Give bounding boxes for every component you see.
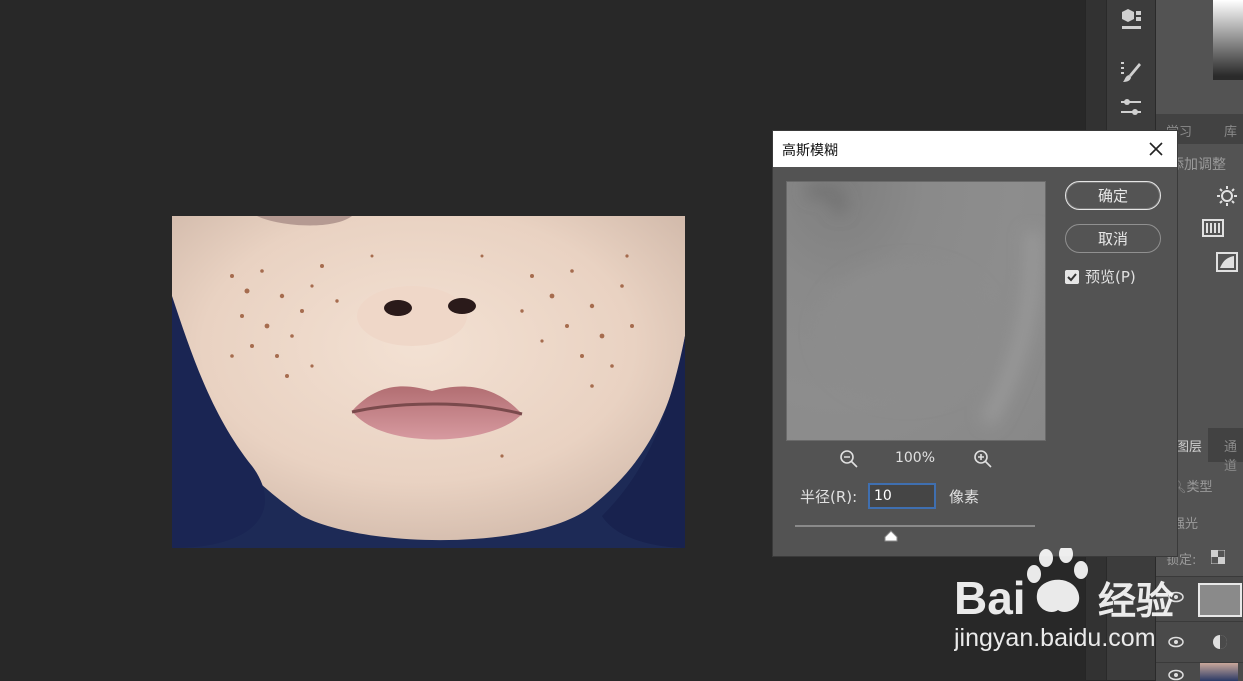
adjustments-title: 添加调整 — [1170, 157, 1226, 173]
radius-slider-thumb[interactable] — [884, 530, 898, 542]
watermark-url: jingyan.baidu.com — [954, 624, 1156, 652]
checkbox-checked-icon[interactable] — [1065, 270, 1079, 284]
face-photo-image — [172, 216, 685, 548]
radius-unit: 像素 — [949, 488, 980, 506]
tab-libraries[interactable]: 库 — [1224, 121, 1237, 140]
dialog-title: 高斯模糊 — [782, 143, 838, 159]
sliders-icon[interactable] — [1119, 96, 1143, 120]
cancel-button[interactable]: 取消 — [1065, 224, 1161, 253]
watermark-brand-a: Bai — [954, 572, 1026, 624]
brightness-icon[interactable] — [1216, 185, 1238, 207]
radius-slider-track[interactable] — [795, 525, 1035, 527]
brush-icon[interactable] — [1119, 60, 1143, 84]
gaussian-blur-dialog: 高斯模糊 确定 取消 预览(P) 100% 半径(R): 像素 — [773, 131, 1177, 556]
canvas-photo — [172, 216, 685, 548]
radius-label: 半径(R): — [800, 488, 858, 506]
watermark-brand-b: 经验 — [1098, 579, 1174, 623]
preview-checkbox-label[interactable]: 预览(P) — [1085, 266, 1136, 287]
blur-preview[interactable] — [786, 181, 1046, 441]
3d-icon[interactable] — [1119, 8, 1143, 32]
zoom-out-icon[interactable] — [839, 449, 859, 469]
baidu-jingyan-watermark: Bai 经验 jingyan.baidu.com — [954, 548, 1174, 652]
ok-button[interactable]: 确定 — [1065, 181, 1161, 210]
zoom-level: 100% — [894, 450, 936, 466]
exposure-icon[interactable] — [1216, 252, 1238, 272]
levels-icon[interactable] — [1202, 219, 1224, 237]
tab-channels[interactable]: 通道 — [1224, 436, 1243, 474]
dialog-title-bar: 高斯模糊 — [773, 131, 1177, 167]
preview-image — [805, 185, 1040, 426]
color-gradient-swatch[interactable] — [1213, 0, 1243, 80]
zoom-in-icon[interactable] — [973, 449, 993, 469]
radius-input[interactable] — [868, 483, 936, 509]
close-icon[interactable] — [1145, 138, 1167, 160]
